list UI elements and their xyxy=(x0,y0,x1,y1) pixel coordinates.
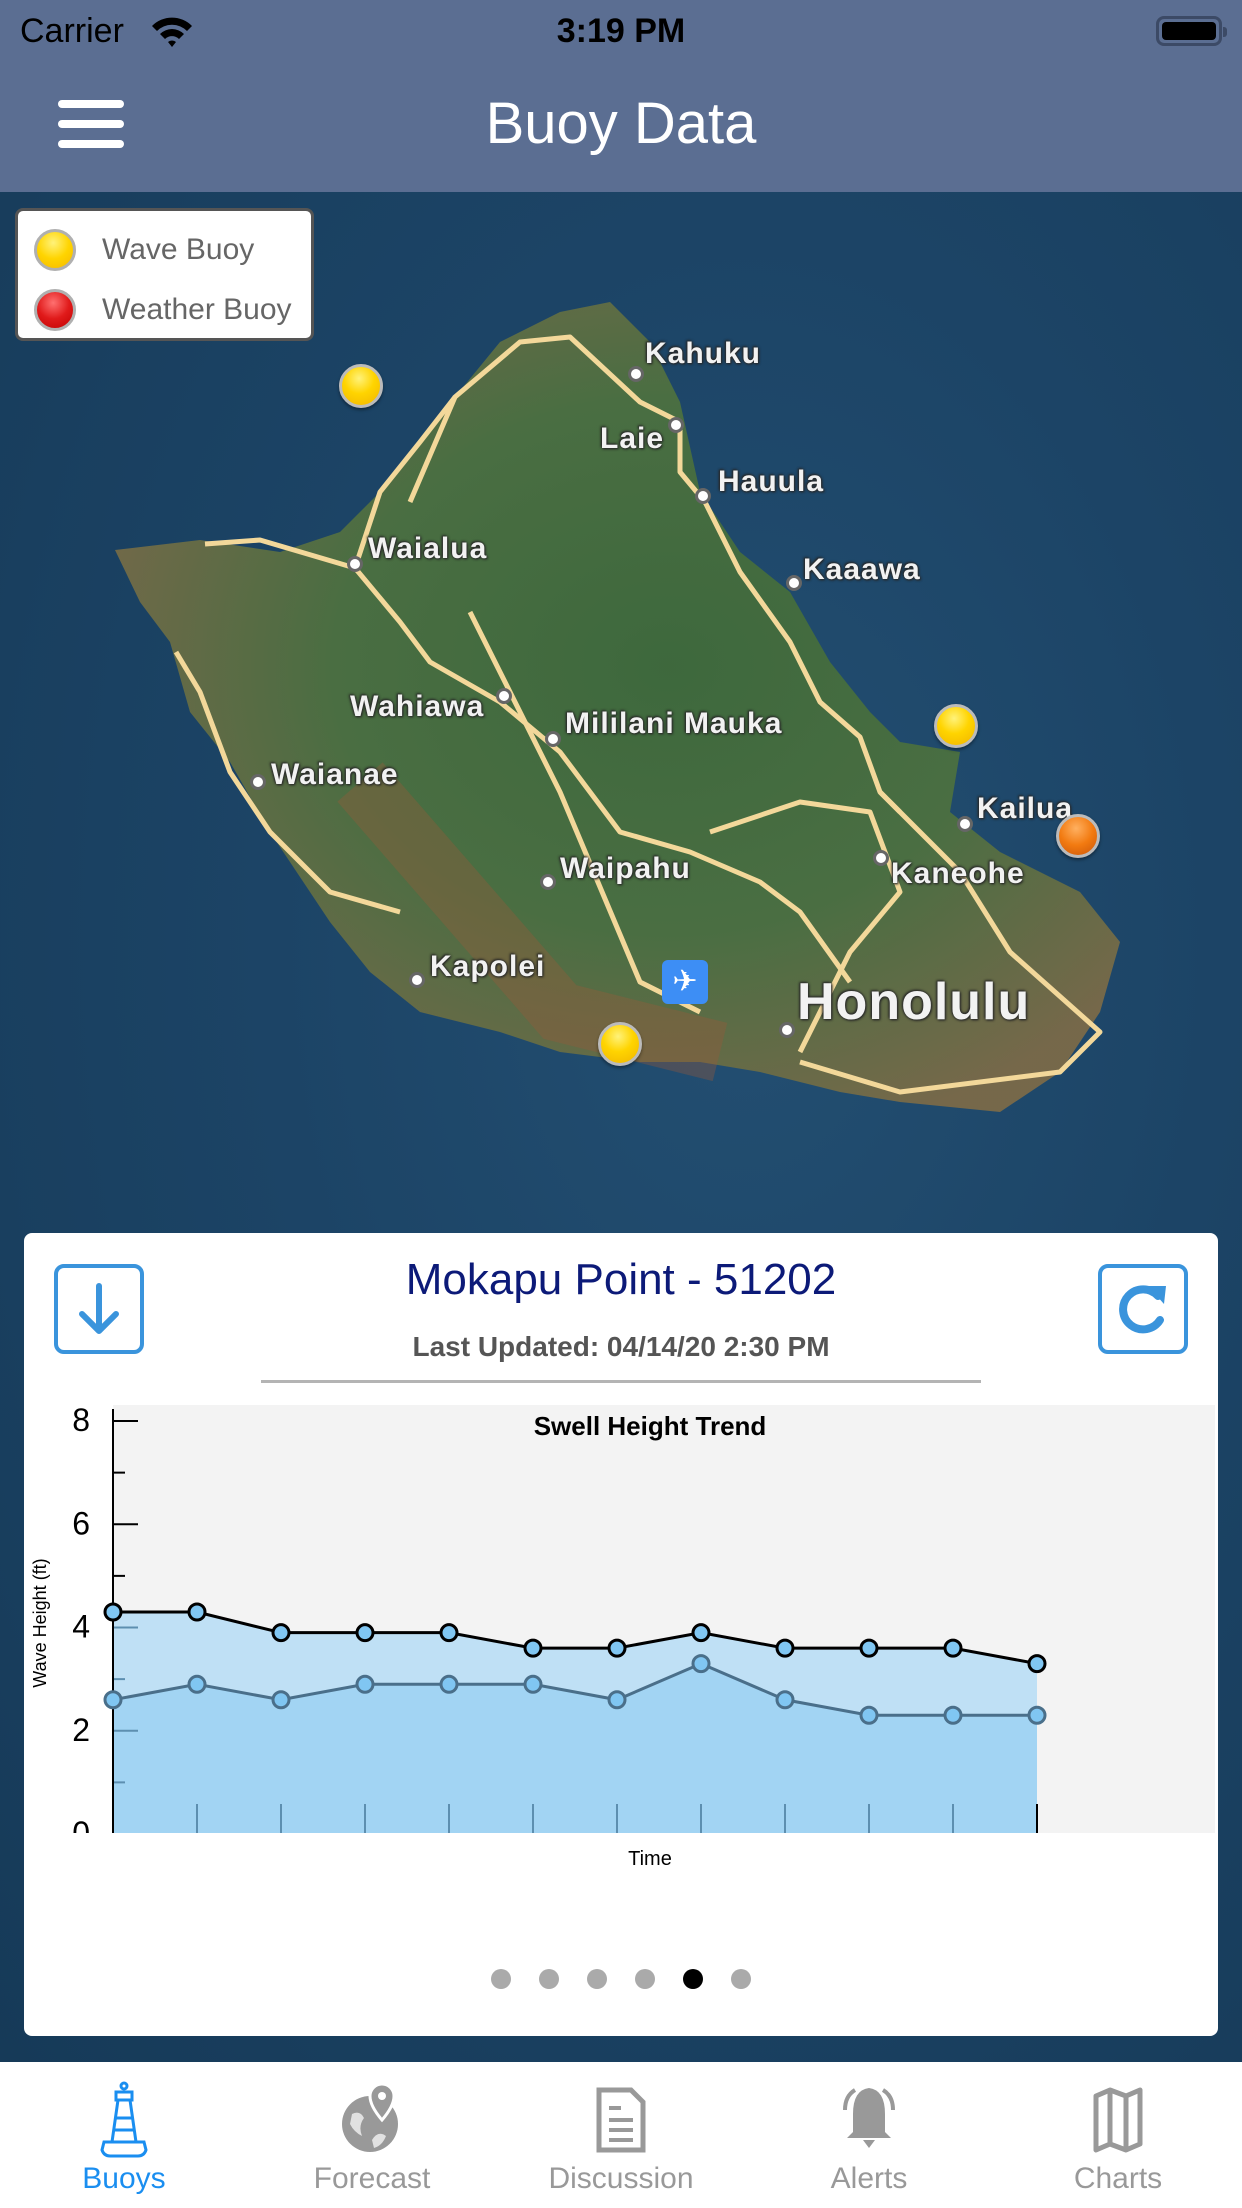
tab-forecast[interactable]: Forecast xyxy=(248,2062,496,2208)
page-dot[interactable] xyxy=(539,1969,559,1989)
data-point-lower xyxy=(775,1690,795,1710)
city-dot-kaaawa xyxy=(786,575,802,591)
map-label-honolulu: Honolulu xyxy=(797,973,1031,1031)
city-dot-hauula xyxy=(695,488,711,504)
map-label-waipahu: Waipahu xyxy=(560,852,691,885)
city-dot-waianae xyxy=(250,774,266,790)
data-point-upper xyxy=(103,1602,123,1622)
tab-bar: Buoys Forecast Discussion Alerts Charts xyxy=(0,2062,1242,2208)
tab-charts[interactable]: Charts xyxy=(994,2062,1242,2208)
wave-buoy-marker[interactable] xyxy=(339,364,383,408)
header-divider xyxy=(261,1380,981,1383)
map-label-kahuku: Kahuku xyxy=(645,337,762,370)
y-tick-label: 6 xyxy=(72,1505,90,1541)
data-point-upper xyxy=(355,1623,375,1643)
status-bar: Carrier 3:19 PM xyxy=(0,0,1242,60)
map-label-mililani-mauka: Mililani Mauka xyxy=(565,707,783,740)
map-label-wahiawa: Wahiawa xyxy=(350,690,485,723)
swell-height-chart: Swell Height Trend Wave Height (ft) 0 2 4 6… xyxy=(30,1402,1215,1833)
legend-item-weather-buoy: Weather Buoy xyxy=(18,283,311,333)
y-tick-label: 4 xyxy=(72,1609,90,1645)
city-dot-wahiawa xyxy=(496,688,512,704)
data-point-lower xyxy=(607,1690,627,1710)
city-dot-honolulu xyxy=(779,1022,795,1038)
buoy-detail-card: Mokapu Point - 51202 Last Updated: 04/14… xyxy=(24,1233,1218,2036)
map-label-kapolei: Kapolei xyxy=(430,950,546,983)
map-label-laie: Laie xyxy=(600,422,665,455)
data-point-upper xyxy=(439,1623,459,1643)
battery-icon xyxy=(1156,16,1227,46)
nav-bar: Buoy Data xyxy=(0,60,1242,192)
data-point-lower xyxy=(271,1690,291,1710)
data-point-lower xyxy=(103,1690,123,1710)
city-dot-waipahu xyxy=(540,874,556,890)
data-point-lower xyxy=(691,1654,711,1674)
city-dot-waialua xyxy=(347,556,363,572)
clock: 3:19 PM xyxy=(556,12,686,50)
map-label-kaaawa: Kaaawa xyxy=(803,553,921,586)
city-dot-kahuku xyxy=(628,366,644,382)
chart-title: Swell Height Trend xyxy=(534,1411,767,1441)
page-indicator[interactable] xyxy=(24,1969,1218,1993)
page-dot[interactable] xyxy=(491,1969,511,1989)
data-point-upper xyxy=(271,1623,291,1643)
data-point-lower xyxy=(859,1705,879,1725)
document-icon xyxy=(596,2087,646,2153)
data-point-upper xyxy=(187,1602,207,1622)
map-label-waianae: Waianae xyxy=(271,758,399,791)
tab-discussion[interactable]: Discussion xyxy=(497,2062,745,2208)
y-tick-label: 2 xyxy=(72,1712,90,1748)
city-dot-mililani xyxy=(545,731,561,747)
y-tick-label: 0 xyxy=(72,1815,90,1833)
data-point-upper xyxy=(775,1638,795,1658)
wave-buoy-icon xyxy=(34,229,76,271)
data-point-upper xyxy=(523,1638,543,1658)
data-point-upper xyxy=(859,1638,879,1658)
data-point-upper xyxy=(943,1638,963,1658)
map-icon xyxy=(1093,2087,1143,2153)
weather-buoy-icon xyxy=(34,289,76,331)
data-point-lower xyxy=(355,1674,375,1694)
last-updated-label: Last Updated: 04/14/20 2:30 PM xyxy=(412,1331,830,1362)
map-label-waialua: Waialua xyxy=(368,532,488,565)
map-label-hauula: Hauula xyxy=(718,465,825,498)
data-point-lower xyxy=(187,1674,207,1694)
data-point-lower xyxy=(523,1674,543,1694)
station-title: Mokapu Point - 51202 xyxy=(405,1255,837,1304)
y-tick-label: 8 xyxy=(72,1402,90,1438)
data-point-lower xyxy=(943,1705,963,1725)
page-dot[interactable] xyxy=(731,1969,751,1989)
x-axis-label: Time xyxy=(628,1848,672,1870)
tab-buoys[interactable]: Buoys xyxy=(0,2062,248,2208)
globe-pin-icon xyxy=(342,2082,398,2152)
map-legend: Wave Buoy Weather Buoy xyxy=(15,208,314,341)
data-point-upper xyxy=(1027,1654,1047,1674)
city-dot-kailua xyxy=(957,816,973,832)
refresh-button[interactable] xyxy=(1098,1264,1188,1354)
city-dot-kapolei xyxy=(409,972,425,988)
data-point-upper xyxy=(691,1623,711,1643)
y-axis-label: Wave Height (ft) xyxy=(30,1558,50,1687)
refresh-icon xyxy=(1119,1285,1166,1334)
data-point-upper xyxy=(607,1638,627,1658)
legend-item-wave-buoy: Wave Buoy xyxy=(18,223,311,273)
city-dot-laie xyxy=(668,417,684,433)
weather-buoy-marker[interactable] xyxy=(1056,814,1100,858)
page-title: Buoy Data xyxy=(485,91,757,156)
page-dot[interactable] xyxy=(683,1969,703,1989)
map-label-kaneohe: Kaneohe xyxy=(891,857,1025,890)
page-dot[interactable] xyxy=(587,1969,607,1989)
wave-buoy-marker[interactable] xyxy=(598,1022,642,1066)
map-label-kailua: Kailua xyxy=(977,792,1074,825)
airplane-icon[interactable]: ✈ xyxy=(662,960,708,1004)
buoy-icon xyxy=(100,2081,148,2158)
data-point-lower xyxy=(1027,1705,1047,1725)
x-axis-title-wrapper: Time xyxy=(628,1848,672,1870)
tab-alerts[interactable]: Alerts xyxy=(745,2062,993,2208)
data-point-lower xyxy=(439,1674,459,1694)
city-dot-kaneohe xyxy=(873,850,889,866)
page-dot[interactable] xyxy=(635,1969,655,1989)
bell-icon xyxy=(843,2088,895,2148)
wave-buoy-marker[interactable] xyxy=(934,704,978,748)
